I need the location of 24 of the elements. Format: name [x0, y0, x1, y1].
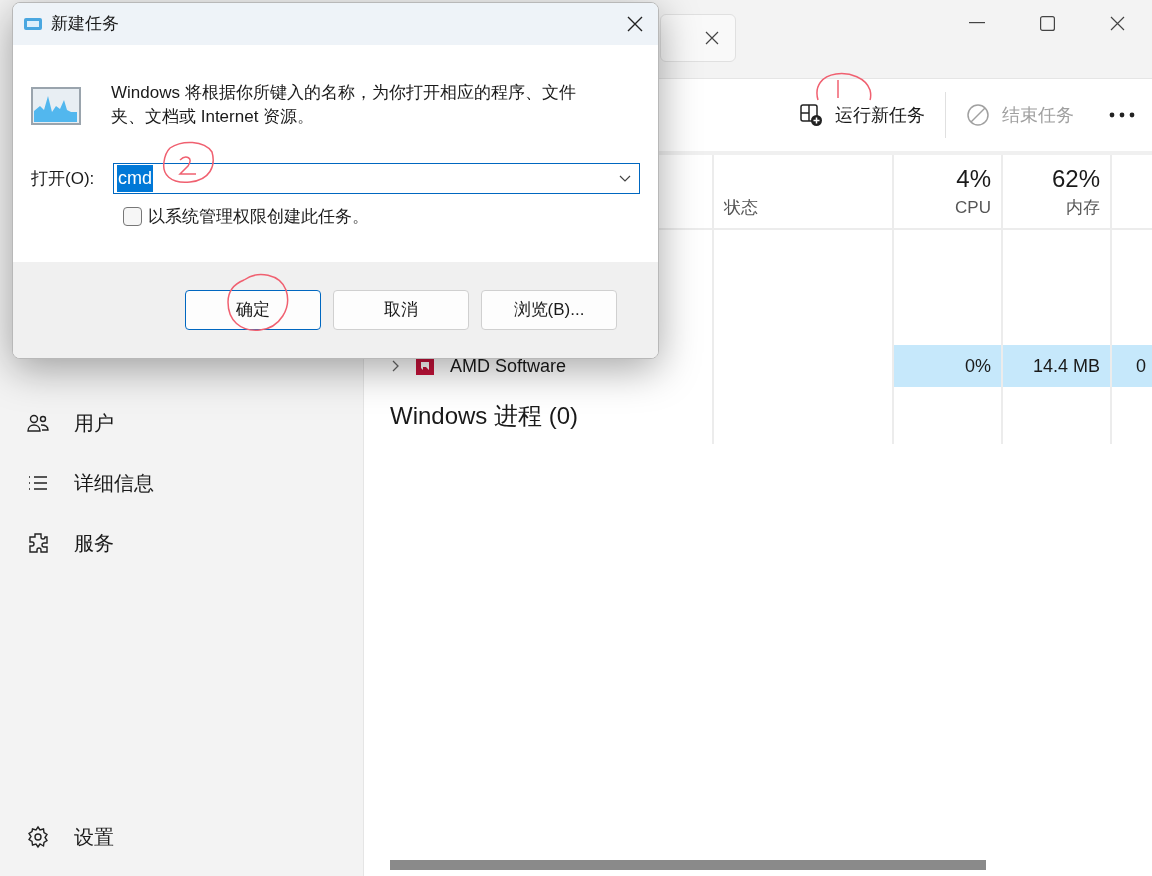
open-label: 打开(O): [31, 167, 96, 190]
dialog-message: Windows 将根据你所键入的名称，为你打开相应的程序、文件夹、文档或 Internet 资源。 [111, 82, 577, 128]
nav-item[interactable]: 用户 [26, 393, 337, 453]
column-header[interactable]: 内存 [1066, 194, 1100, 220]
admin-checkbox[interactable]: 以系统管理权限创建此任务。 [123, 204, 640, 230]
nav-item[interactable]: 服务 [26, 513, 337, 573]
table-cell-text: 0% [965, 354, 991, 378]
settings-nav-item[interactable]: 设置 [26, 812, 337, 862]
process-name: AMD Software [450, 354, 567, 378]
usage-percent: 4% [956, 163, 991, 194]
group-heading: Windows 进程 (0) [390, 400, 579, 431]
nav-item[interactable]: 详细信息 [26, 453, 337, 513]
dialog-button[interactable]: 取消 [333, 290, 469, 330]
column-header[interactable]: 状态 [724, 194, 758, 220]
input-value: cmd [117, 165, 153, 192]
dialog-button[interactable]: 确定 [185, 290, 321, 330]
usage-percent: 62% [1051, 163, 1100, 194]
column-header[interactable]: CPU [955, 194, 991, 220]
run-new-task-button[interactable]: 运行新任务 [791, 93, 933, 137]
open-combobox[interactable]: cmd [113, 163, 640, 194]
dialog-button[interactable]: 浏览(B)... [481, 290, 617, 330]
table-cell-text: 14.4 MB [1032, 354, 1100, 378]
table-cell-text: 0 [1136, 354, 1146, 378]
dialog-title: 新建任务 [51, 13, 119, 36]
